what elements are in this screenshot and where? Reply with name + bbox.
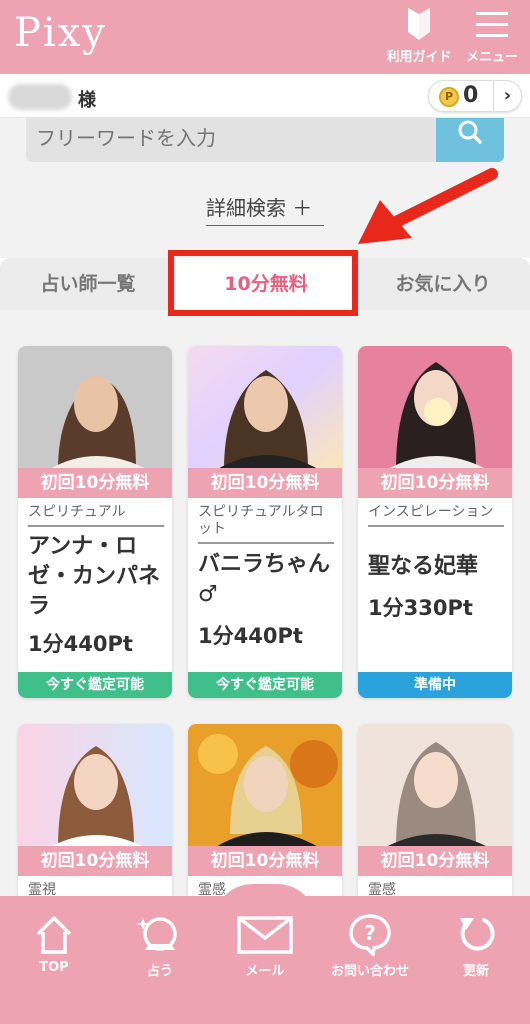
app-header: Pixy 利用ガイド メニュー [0,0,530,74]
category-label: スピリチュアルタロット [198,504,334,544]
guide-label: 利用ガイド [386,50,452,65]
nav-refresh-button[interactable]: 更新 [428,912,524,979]
fortune-teller-card[interactable]: 初回10分無料 霊感 [358,724,512,924]
status-badge: 今すぐ鑑定可能 [188,672,342,698]
mail-icon [237,916,293,954]
nav-contact-label: お問い合わせ [330,964,409,979]
nav-refresh-label: 更新 [462,964,489,979]
nav-mail-label: メール [245,964,285,979]
guide-button[interactable]: 利用ガイド [382,6,456,65]
category-label: スピリチュアル [28,504,164,527]
fortune-teller-photo [358,346,512,470]
bottom-nav: TOP 占う メール ? お問い合わせ 更新 [0,896,530,1024]
svg-text:?: ? [364,921,376,945]
fortune-teller-photo [188,724,342,848]
status-badge: 準備中 [358,672,512,698]
nav-contact-button[interactable]: ? お問い合わせ [322,912,418,979]
free-badge: 初回10分無料 [18,846,172,876]
price-label: 1分440Pt [28,632,133,656]
crystal-ball-icon [136,917,177,951]
status-badge: 今すぐ鑑定可能 [18,672,172,698]
search-input[interactable] [36,118,436,158]
fortune-teller-photo [18,346,172,470]
free-badge: 初回10分無料 [18,468,172,498]
search-bar [26,118,504,162]
hamburger-icon [476,12,508,37]
user-name-blurred [8,84,72,110]
tab-favorites[interactable]: お気に入り [356,258,530,310]
fortune-teller-photo [18,724,172,848]
price-label: 1分330Pt [368,596,473,620]
nav-mail-button[interactable]: メール [217,912,313,979]
search-button[interactable] [436,118,504,162]
fortune-teller-card[interactable]: 初回10分無料 インスピレーション 聖なる妃華 1分330Pt 準備中 [358,346,512,698]
fortune-teller-card[interactable]: 初回10分無料 スピリチュアルタロット バニラちゃん♂ 1分440Pt 今すぐ鑑… [188,346,342,698]
nav-top-label: TOP [39,960,69,975]
menu-button[interactable]: メニュー [460,6,524,65]
category-label: インスピレーション [368,504,504,527]
app-logo[interactable]: Pixy [14,10,107,56]
menu-label: メニュー [465,50,518,65]
question-icon: ? [349,914,391,956]
fortune-teller-photo [358,724,512,848]
free-badge: 初回10分無料 [188,468,342,498]
fortune-teller-photo [188,346,342,470]
fortune-teller-card[interactable]: 初回10分無料 スピリチュアル アンナ・ロゼ・カンパネラ 1分440Pt 今すぐ… [18,346,172,698]
beginner-mark-icon [408,8,430,40]
points-value: 0 [463,83,479,108]
tab-fortune-tellers[interactable]: 占い師一覧 [0,258,176,310]
annotation-highlight-box [168,250,358,316]
free-badge: 初回10分無料 [358,468,512,498]
chevron-right-icon[interactable]: › [493,81,521,111]
free-badge: 初回10分無料 [188,846,342,876]
annotation-arrow-icon [358,168,498,244]
points-widget[interactable]: P 0 › [428,80,522,112]
fortune-teller-card[interactable]: 初回10分無料 霊視 [18,724,172,924]
fortune-teller-name: バニラちゃん♂ [198,552,331,607]
honorific: 様 [78,90,96,111]
nav-fortune-label: 占う [146,964,173,979]
advanced-search-link[interactable]: 詳細検索 ＋ [206,192,324,226]
nav-top-button[interactable]: TOP [6,912,102,975]
nav-fortune-button[interactable]: 占う [112,912,208,979]
home-icon [36,916,72,954]
refresh-icon [460,918,495,951]
coin-icon: P [439,87,459,107]
price-label: 1分440Pt [198,624,303,648]
fortune-teller-name: 聖なる妃華 [368,554,479,579]
fortune-teller-name: アンナ・ロゼ・カンパネラ [28,534,161,619]
free-badge: 初回10分無料 [358,846,512,876]
search-icon [458,120,482,144]
